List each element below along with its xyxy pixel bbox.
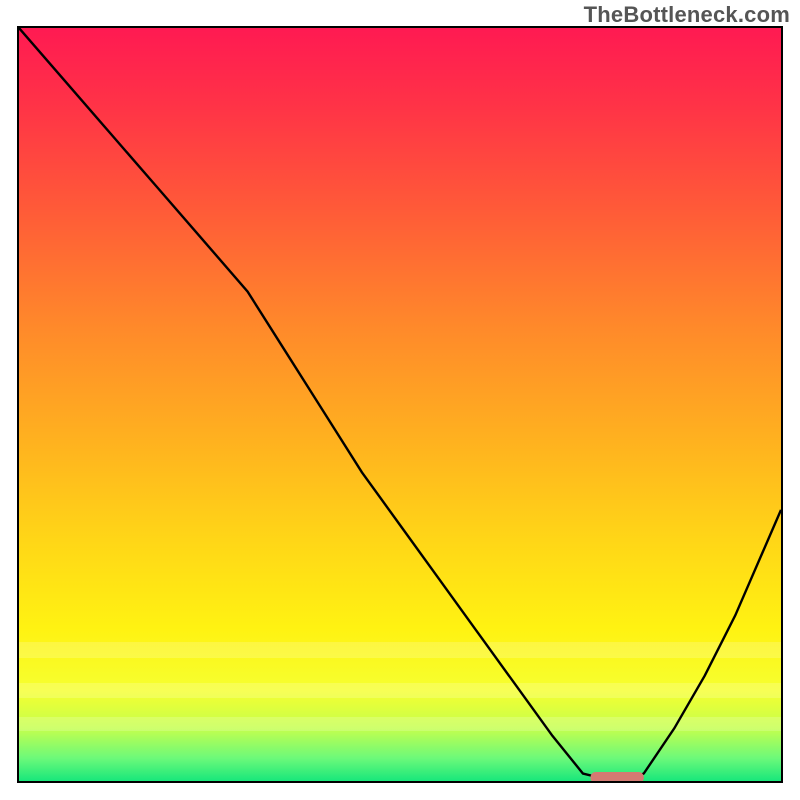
optimum-marker xyxy=(591,772,644,781)
chart-container: TheBottleneck.com xyxy=(0,0,800,800)
bottleneck-curve xyxy=(19,28,781,781)
watermark-text: TheBottleneck.com xyxy=(584,2,790,28)
plot-overlay xyxy=(19,28,781,781)
plot-area xyxy=(19,28,781,781)
